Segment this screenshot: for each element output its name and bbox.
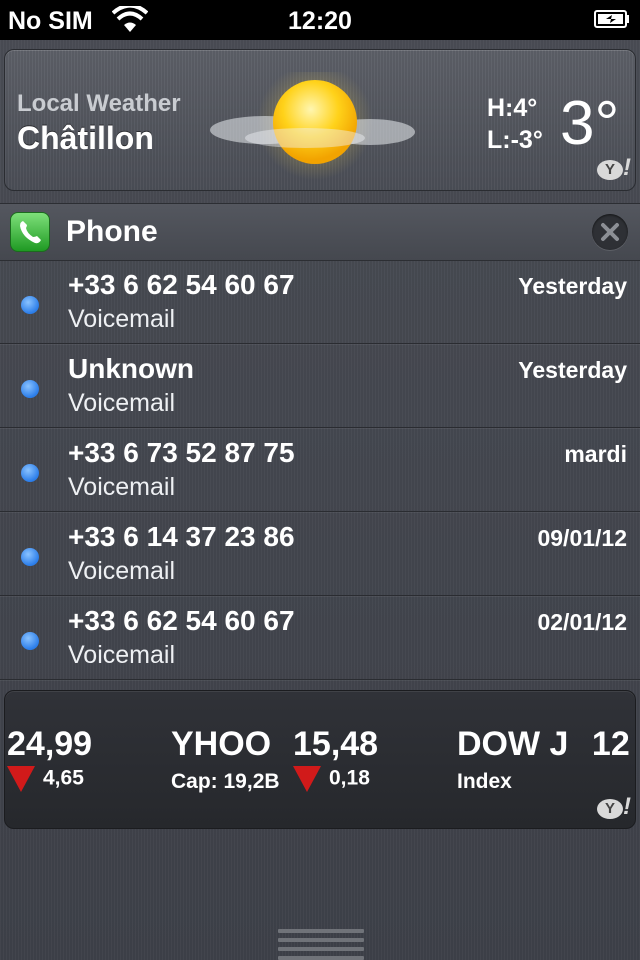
stock-item[interactable]: DOW J 12 Index (457, 725, 630, 794)
unread-dot-icon (21, 380, 39, 398)
stock-subtitle: Index (457, 770, 512, 793)
notification-subtitle: Voicemail (68, 389, 175, 417)
notification-title: Unknown (68, 353, 194, 384)
notification-date: Yesterday (518, 273, 627, 299)
stocks-ticker-widget[interactable]: 24,99 4,65 YHOO Cap: 19,2B 15,48 0,18 DO… (4, 690, 636, 829)
stock-item[interactable]: YHOO Cap: 19,2B (171, 725, 280, 794)
weather-label: Local Weather (17, 90, 181, 117)
phone-app-icon (10, 212, 50, 252)
notification-item[interactable]: +33 6 14 37 23 86 Voicemail 09/01/12 (0, 511, 640, 596)
down-arrow-icon (7, 766, 35, 792)
stock-price: 12 (591, 725, 630, 763)
notification-subtitle: Voicemail (68, 473, 175, 501)
notification-title: +33 6 14 37 23 86 (68, 521, 295, 552)
notification-date: 02/01/12 (537, 609, 627, 635)
weather-low: L:-3° (487, 126, 543, 154)
stock-cap: Cap: 19,2B (171, 770, 280, 793)
notification-subtitle: Voicemail (68, 641, 175, 669)
notification-item[interactable]: +33 6 73 52 87 75 Voicemail mardi (0, 427, 640, 512)
stock-symbol: YHOO (171, 725, 272, 763)
notification-title: +33 6 62 54 60 67 (68, 269, 295, 300)
drag-handle[interactable] (278, 925, 364, 960)
battery-icon (594, 10, 629, 28)
unread-dot-icon (21, 632, 39, 650)
weather-temperature: 3° (560, 89, 620, 158)
status-bar: No SIM 12:20 (0, 0, 640, 40)
stock-item[interactable]: 24,99 4,65 (7, 725, 92, 792)
weather-high: H:4° (487, 94, 538, 122)
yahoo-icon[interactable]: Y! (597, 793, 635, 823)
notification-title: +33 6 73 52 87 75 (68, 437, 295, 468)
stock-symbol: DOW J (457, 725, 569, 763)
down-arrow-icon (293, 766, 321, 792)
stock-change: 0,18 (329, 766, 370, 790)
notification-date: 09/01/12 (537, 525, 627, 551)
stock-change: 4,65 (43, 766, 84, 790)
unread-dot-icon (21, 296, 39, 314)
stock-quote: 15,48 0,18 (293, 725, 378, 792)
notification-title: +33 6 62 54 60 67 (68, 605, 295, 636)
stock-price: 15,48 (293, 725, 379, 763)
phone-section-title: Phone (66, 215, 158, 248)
phone-section-header: Phone (0, 203, 640, 261)
notification-subtitle: Voicemail (68, 305, 175, 333)
stock-price: 24,99 (7, 725, 93, 763)
yahoo-icon[interactable]: Y! (597, 154, 635, 184)
unread-dot-icon (21, 548, 39, 566)
clear-notifications-button[interactable] (592, 214, 628, 250)
status-time: 12:20 (288, 7, 352, 35)
notification-subtitle: Voicemail (68, 557, 175, 585)
notification-date: mardi (564, 441, 627, 467)
weather-widget[interactable]: Local Weather Châtillon H:4° L:-3° 3° Y! (4, 49, 636, 191)
notification-item[interactable]: +33 6 62 54 60 67 Voicemail 02/01/12 (0, 595, 640, 680)
weather-city: Châtillon (17, 120, 154, 156)
notification-item[interactable]: +33 6 62 54 60 67 Voicemail Yesterday (0, 259, 640, 344)
notification-item[interactable]: Unknown Voicemail Yesterday (0, 343, 640, 428)
sun-cloud-icon (210, 72, 415, 180)
unread-dot-icon (21, 464, 39, 482)
notification-date: Yesterday (518, 357, 627, 383)
close-icon (601, 223, 619, 241)
